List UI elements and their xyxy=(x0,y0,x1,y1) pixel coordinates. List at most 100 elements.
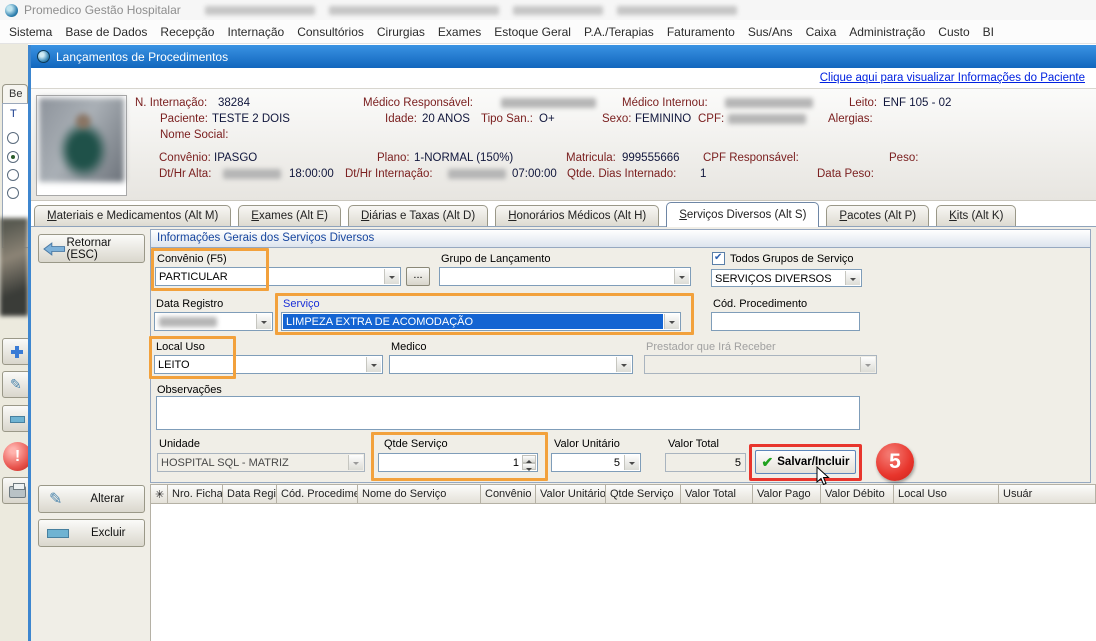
n-internacao-value: 38284 xyxy=(218,97,250,109)
menu-caixa[interactable]: Caixa xyxy=(806,25,837,39)
cod-procedimento-input[interactable] xyxy=(711,312,860,331)
convenio-combobox[interactable]: PARTICULAR xyxy=(155,267,401,286)
col-nome-servico[interactable]: Nome do Serviço xyxy=(358,485,481,503)
col-cod-procediment[interactable]: Cód. Procediment xyxy=(277,485,358,503)
servico-combobox[interactable]: LIMPEZA EXTRA DE ACOMODAÇÃO xyxy=(281,312,681,331)
cpf-label: CPF: xyxy=(698,113,724,125)
chevron-down-icon[interactable] xyxy=(256,314,271,329)
app-logo-icon xyxy=(5,4,18,17)
menu-custo[interactable]: Custo xyxy=(938,25,969,39)
col-valor-debito[interactable]: Valor Débito xyxy=(821,485,894,503)
valor-unitario-label: Valor Unitário xyxy=(554,438,620,450)
col-convenio[interactable]: Convênio xyxy=(481,485,536,503)
grupo-servico-combobox[interactable]: SERVIÇOS DIVERSOS xyxy=(711,269,862,287)
local-uso-combobox[interactable]: LEITO xyxy=(154,355,383,374)
col-qtde-servico[interactable]: Qtde Serviço xyxy=(606,485,681,503)
redacted-text xyxy=(329,6,499,15)
tab-honorarios-medicos[interactable]: Honorários Médicos (Alt H) xyxy=(495,205,659,227)
redacted-text xyxy=(448,169,506,179)
qtde-servico-spinner[interactable]: 1 xyxy=(378,453,538,472)
chevron-down-icon[interactable] xyxy=(674,269,689,284)
radio-button[interactable] xyxy=(7,187,19,199)
col-local-uso[interactable]: Local Uso xyxy=(894,485,999,503)
grupo-lancamento-combobox[interactable] xyxy=(439,267,691,286)
col-valor-total[interactable]: Valor Total xyxy=(681,485,753,503)
radio-button[interactable] xyxy=(7,169,19,181)
radio-button-selected[interactable] xyxy=(7,151,19,163)
qtde-servico-value: 1 xyxy=(513,457,519,469)
alterar-button[interactable]: ✎ Alterar xyxy=(38,485,145,513)
spin-down-icon[interactable] xyxy=(522,463,536,471)
screen: Promedico Gestão Hospitalar Sistema Base… xyxy=(0,0,1096,641)
edit-button[interactable]: ✎ xyxy=(2,371,28,398)
tab-diarias-taxas[interactable]: Diárias e Taxas (Alt D) xyxy=(348,205,488,227)
data-registro-label: Data Registro xyxy=(156,298,223,310)
menu-administracao[interactable]: Administração xyxy=(849,25,925,39)
menu-faturamento[interactable]: Faturamento xyxy=(667,25,735,39)
servico-label: Serviço xyxy=(283,298,320,310)
col-valor-pago[interactable]: Valor Pago xyxy=(753,485,821,503)
tipo-san-value: O+ xyxy=(539,113,555,125)
chevron-down-icon[interactable] xyxy=(664,314,679,329)
data-registro-combobox[interactable] xyxy=(154,312,273,331)
valor-unitario-combobox[interactable]: 5 xyxy=(551,453,641,472)
convenio-f5-label: Convênio (F5) xyxy=(157,253,227,265)
chevron-down-icon[interactable] xyxy=(366,357,381,372)
menu-recepcao[interactable]: Recepção xyxy=(160,25,214,39)
add-button[interactable] xyxy=(2,338,28,365)
menu-sistema[interactable]: Sistema xyxy=(9,25,52,39)
chevron-down-icon[interactable] xyxy=(616,357,631,372)
observacoes-textarea[interactable] xyxy=(156,396,860,430)
patient-info-link[interactable]: Clique aqui para visualizar Informações … xyxy=(820,72,1085,84)
tab-kits[interactable]: Kits (Alt K) xyxy=(936,205,1016,227)
chevron-down-icon xyxy=(860,357,875,372)
menu-exames[interactable]: Exames xyxy=(438,25,481,39)
print-button[interactable] xyxy=(2,477,28,504)
menu-base-de-dados[interactable]: Base de Dados xyxy=(65,25,147,39)
plus-icon xyxy=(11,346,23,358)
tab-materiais-medicamentos[interactable]: Materiais e Medicamentos (Alt M) xyxy=(34,205,231,227)
menu-cirurgias[interactable]: Cirurgias xyxy=(377,25,425,39)
spin-up-icon[interactable] xyxy=(522,455,536,463)
grid-body[interactable] xyxy=(150,504,1096,641)
groupbox-title: Informações Gerais dos Serviços Diversos xyxy=(151,230,1090,248)
menu-consultorios[interactable]: Consultórios xyxy=(297,25,364,39)
valor-total-field: 5 xyxy=(665,453,746,472)
idade-label: Idade: xyxy=(385,113,417,125)
menu-estoque-geral[interactable]: Estoque Geral xyxy=(494,25,571,39)
menu-sus-ans[interactable]: Sus/Ans xyxy=(748,25,793,39)
chevron-down-icon[interactable] xyxy=(384,269,399,284)
menubar: Sistema Base de Dados Recepção Internaçã… xyxy=(0,20,1096,44)
menu-bi[interactable]: BI xyxy=(983,25,994,39)
plano-label: Plano: xyxy=(377,152,410,164)
col-data-regist[interactable]: Data Regist xyxy=(223,485,277,503)
redacted-text xyxy=(501,98,596,108)
dialog-title: Lançamentos de Procedimentos xyxy=(56,50,228,64)
browse-button[interactable]: ... xyxy=(406,267,430,286)
radio-button[interactable] xyxy=(7,132,19,144)
tab-exames[interactable]: Exames (Alt E) xyxy=(238,205,341,227)
col-nro-ficha[interactable]: Nro. Ficha xyxy=(168,485,223,503)
menu-internacao[interactable]: Internação xyxy=(227,25,284,39)
check-icon: ✔ xyxy=(762,454,774,471)
menu-pa-terapias[interactable]: P.A./Terapias xyxy=(584,25,654,39)
grid-corner-icon[interactable]: ✳ xyxy=(151,485,168,503)
todos-grupos-checkbox[interactable] xyxy=(712,252,725,265)
retornar-button[interactable]: Retornar (ESC) xyxy=(38,234,145,263)
background-tab[interactable]: Be xyxy=(2,84,28,103)
chevron-down-icon[interactable] xyxy=(845,271,860,285)
medico-combobox[interactable] xyxy=(389,355,633,374)
col-valor-unitario[interactable]: Valor Unitário xyxy=(536,485,606,503)
col-usuario[interactable]: Usuár xyxy=(999,485,1069,503)
spinner-buttons[interactable] xyxy=(522,455,536,470)
redacted-text xyxy=(159,317,217,327)
tab-pacotes[interactable]: Pacotes (Alt P) xyxy=(826,205,929,227)
salvar-incluir-button[interactable]: ✔ Salvar/Incluir xyxy=(755,450,856,474)
excluir-button[interactable]: Excluir xyxy=(38,519,145,547)
chevron-down-icon[interactable] xyxy=(624,455,639,470)
patient-photo-image xyxy=(39,98,124,182)
remove-button[interactable] xyxy=(2,405,28,432)
tab-servicos-diversos[interactable]: Serviços Diversos (Alt S) xyxy=(666,202,819,227)
alert-icon[interactable]: ! xyxy=(3,442,28,471)
observacoes-label: Observações xyxy=(157,384,222,396)
